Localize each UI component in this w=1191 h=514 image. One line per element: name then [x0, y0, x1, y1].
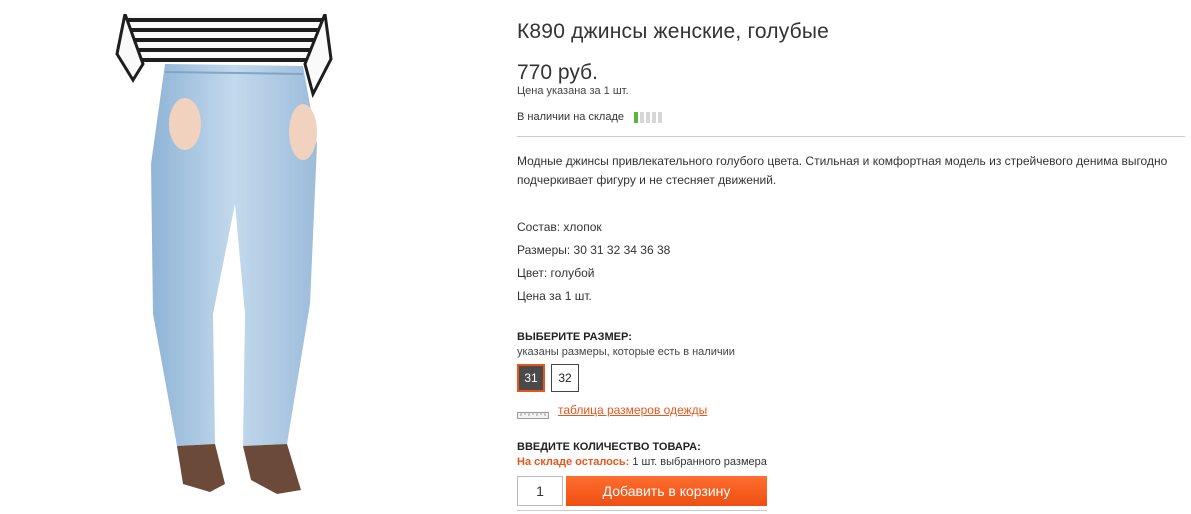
price-note: Цена указана за 1 шт. — [517, 85, 629, 97]
stock-remaining-text: 1 шт. выбранного размера — [632, 456, 767, 468]
stock-remaining: На складе осталось: 1 шт. выбранного раз… — [517, 456, 767, 468]
quantity-heading: ВВЕДИТЕ КОЛИЧЕСТВО ТОВАРА: — [517, 441, 701, 453]
stock-level-indicator — [633, 111, 662, 123]
stock-level-segment — [651, 111, 656, 123]
size-heading: ВЫБЕРИТЕ РАЗМЕР: — [517, 331, 632, 343]
product-specs: Состав: хлопок Размеры: 30 31 32 34 36 3… — [517, 220, 670, 312]
spec-sizes: Размеры: 30 31 32 34 36 38 — [517, 243, 671, 257]
size-options: 31 32 — [517, 364, 579, 392]
stock-level-segment — [645, 111, 650, 123]
spec-color: Цвет: голубой — [517, 266, 595, 280]
product-description: Модные джинсы привлекательного голубого … — [517, 154, 1168, 187]
product-photo[interactable] — [55, 14, 419, 502]
product-title: К890 джинсы женские, голубые — [517, 20, 830, 43]
stock-level-segment — [639, 111, 644, 123]
size-hint: указаны размеры, которые есть в наличии — [517, 346, 735, 358]
spec-unit-price: Цена за 1 шт. — [517, 289, 592, 303]
stock-level-segment — [657, 111, 662, 123]
size-option-31[interactable]: 31 — [517, 364, 545, 392]
size-chart-row: таблица размеров одежды — [517, 403, 707, 419]
add-to-cart-button[interactable]: Добавить в корзину — [566, 476, 767, 506]
size-option-32[interactable]: 32 — [551, 364, 579, 392]
stock-remaining-label: На складе осталось: — [517, 456, 630, 468]
size-chart-link[interactable]: таблица размеров одежды — [558, 403, 707, 417]
divider — [517, 510, 767, 511]
divider — [517, 136, 1185, 137]
stock-level-segment — [633, 111, 638, 123]
ruler-icon — [517, 406, 549, 419]
stock-status: В наличии на складе — [517, 110, 662, 124]
spec-composition: Состав: хлопок — [517, 220, 602, 234]
stock-label: В наличии на складе — [517, 111, 624, 123]
product-price: 770 руб. — [517, 61, 598, 84]
quantity-input[interactable] — [517, 476, 563, 506]
